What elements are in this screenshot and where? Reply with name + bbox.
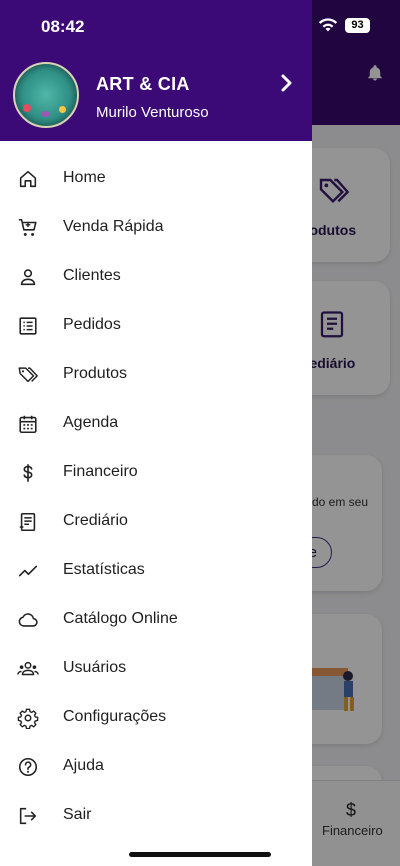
menu-item-label: Sair bbox=[63, 806, 92, 823]
menu-item-label: Estatísticas bbox=[63, 561, 145, 578]
menu-item-label: Agenda bbox=[63, 414, 119, 431]
home-icon bbox=[19, 170, 37, 188]
menu-item-catalogo-online[interactable]: Catálogo Online bbox=[0, 596, 312, 645]
receipt-icon bbox=[19, 512, 36, 532]
dollar-icon bbox=[23, 464, 33, 482]
gear-icon bbox=[17, 708, 39, 729]
group-icon bbox=[17, 661, 39, 676]
menu-item-label: Ajuda bbox=[63, 757, 104, 774]
menu-item-estatisticas[interactable]: Estatísticas bbox=[0, 547, 312, 596]
tags-icon bbox=[18, 367, 38, 383]
menu-item-agenda[interactable]: Agenda bbox=[0, 400, 312, 449]
menu-item-ajuda[interactable]: Ajuda bbox=[0, 743, 312, 792]
calendar-icon bbox=[19, 415, 37, 434]
status-time: 08:42 bbox=[41, 17, 85, 36]
menu-item-label: Crediário bbox=[63, 512, 128, 529]
menu-item-label: Pedidos bbox=[63, 316, 121, 333]
menu-item-label: Catálogo Online bbox=[63, 610, 178, 627]
trend-icon bbox=[18, 565, 38, 577]
chevron-right-icon[interactable] bbox=[278, 73, 296, 93]
menu-item-label: Produtos bbox=[63, 365, 128, 382]
logout-icon bbox=[19, 807, 37, 825]
menu-item-produtos[interactable]: Produtos bbox=[0, 351, 312, 400]
menu-item-label: Venda Rápida bbox=[63, 218, 164, 235]
store-logo bbox=[13, 62, 79, 128]
menu-item-home[interactable]: Home bbox=[0, 155, 312, 204]
person-icon bbox=[20, 269, 36, 286]
menu-item-label: Clientes bbox=[63, 267, 121, 284]
wifi-icon bbox=[318, 18, 338, 32]
menu-item-usuarios[interactable]: Usuários bbox=[0, 645, 312, 694]
menu-item-label: Configurações bbox=[63, 708, 167, 725]
menu-item-label: Financeiro bbox=[63, 463, 138, 480]
user-name: Murilo Venturoso bbox=[96, 104, 209, 121]
menu-item-pedidos[interactable]: Pedidos bbox=[0, 302, 312, 351]
battery-indicator: 93 bbox=[345, 18, 370, 33]
home-indicator[interactable] bbox=[129, 852, 271, 857]
logo-decoration bbox=[41, 111, 50, 117]
menu-item-venda-rapida[interactable]: Venda Rápida bbox=[0, 204, 312, 253]
logo-decoration bbox=[59, 106, 66, 113]
cloud-icon bbox=[18, 613, 38, 627]
drawer-header[interactable]: 08:42 ART & CIA Murilo Venturoso bbox=[0, 0, 312, 141]
list-icon bbox=[19, 317, 37, 335]
store-name: ART & CIA bbox=[96, 74, 190, 94]
help-icon bbox=[18, 757, 38, 777]
menu-item-sair[interactable]: Sair bbox=[0, 792, 312, 841]
logo-decoration bbox=[23, 104, 31, 112]
menu-item-label: Home bbox=[63, 169, 106, 186]
cart-icon bbox=[18, 218, 37, 236]
menu-item-crediario[interactable]: Crediário bbox=[0, 498, 312, 547]
menu-item-label: Usuários bbox=[63, 659, 127, 676]
menu-item-clientes[interactable]: Clientes bbox=[0, 253, 312, 302]
menu-item-configuracoes[interactable]: Configurações bbox=[0, 694, 312, 743]
menu-item-financeiro[interactable]: Financeiro bbox=[0, 449, 312, 498]
navigation-drawer: 08:42 ART & CIA Murilo Venturoso Home Ve… bbox=[0, 0, 312, 866]
